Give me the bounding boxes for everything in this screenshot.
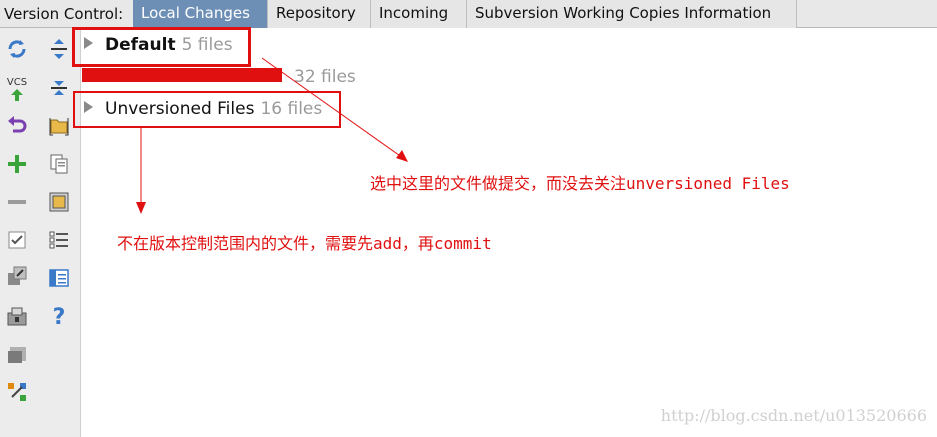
annotation-note-commit: 选中这里的文件做提交，而没去关注unversioned Files xyxy=(370,174,790,193)
arrow-line-1 xyxy=(261,57,404,159)
arrow-head-1 xyxy=(396,150,408,162)
watermark: http://blog.csdn.net/u013520666 xyxy=(660,406,927,425)
arrow-head-2 xyxy=(136,202,146,214)
annotation-note-unversioned: 不在版本控制范围内的文件，需要先add，再commit xyxy=(117,234,492,253)
annotation-arrows xyxy=(136,57,408,214)
